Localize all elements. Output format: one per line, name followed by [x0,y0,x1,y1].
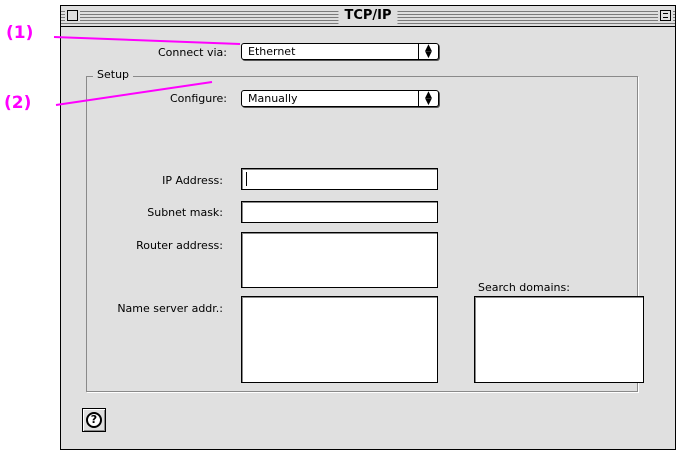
title-bar[interactable]: TCP/IP [61,6,675,27]
connect-via-popup[interactable]: Ethernet ▲ ▼ [241,43,439,60]
window-title: TCP/IP [338,7,398,25]
tcpip-window: TCP/IP Connect via: Ethernet ▲ ▼ Setup Co… [60,5,676,450]
help-button[interactable]: ? [82,408,106,432]
zoom-box-icon[interactable] [660,10,671,21]
subnet-mask-field[interactable] [241,201,438,223]
close-box-icon[interactable] [67,10,78,21]
ip-address-label: IP Address: [162,174,223,187]
callout-1: (1) [6,23,34,43]
callout-2: (2) [4,93,32,113]
connect-via-value: Ethernet [248,45,296,58]
search-domains-field[interactable] [474,296,644,383]
up-down-arrows-icon: ▲ ▼ [418,44,438,60]
configure-label: Configure: [169,92,227,105]
search-domains-label: Search domains: [478,281,570,294]
router-address-field[interactable] [241,232,438,288]
name-server-field[interactable] [241,296,438,383]
configure-value: Manually [248,92,298,105]
connect-via-label: Connect via: [158,46,227,59]
name-server-label: Name server addr.: [117,302,223,315]
configure-popup[interactable]: Manually ▲ ▼ [241,90,439,107]
router-address-label: Router address: [136,239,223,252]
up-down-arrows-icon: ▲ ▼ [418,91,438,107]
text-cursor [246,172,247,186]
help-icon: ? [86,412,102,428]
setup-group-title: Setup [93,68,134,81]
subnet-mask-label: Subnet mask: [147,206,223,219]
ip-address-field[interactable] [241,168,438,190]
